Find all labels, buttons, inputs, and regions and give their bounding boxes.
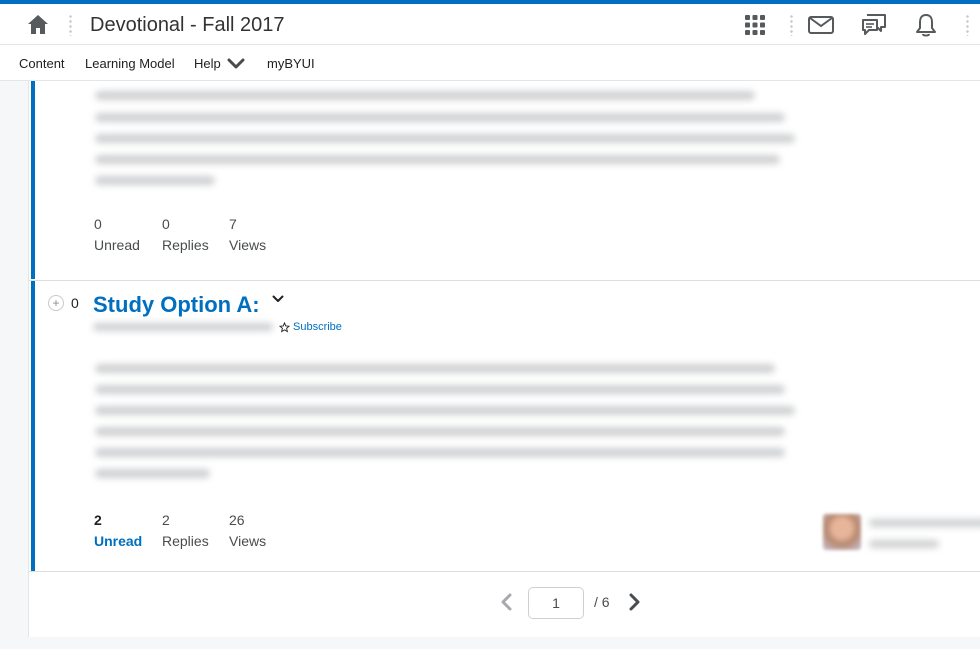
home-icon[interactable] <box>25 11 51 37</box>
nav-item-learning-model[interactable]: Learning Model <box>85 56 175 71</box>
nav-item-help[interactable]: Help <box>194 56 245 71</box>
views-label: Views <box>229 237 267 253</box>
nav-item-content[interactable]: Content <box>19 56 65 71</box>
star-icon <box>279 321 290 332</box>
chevron-down-icon <box>227 58 245 70</box>
replies-label: Replies <box>162 533 209 549</box>
header-separator <box>69 14 72 36</box>
rate-plus-button[interactable]: + <box>48 295 64 311</box>
replies-count: 2 <box>162 512 170 528</box>
topic-accent-bar <box>31 281 35 571</box>
replies-count: 0 <box>162 216 170 232</box>
mail-icon[interactable] <box>807 11 835 39</box>
author-line-blurred <box>93 323 273 331</box>
subscribe-link[interactable]: Subscribe <box>279 321 342 333</box>
navbar: Content Learning Model Help myBYUI <box>0 45 980 81</box>
topic-accent-bar <box>31 81 35 279</box>
avatar <box>823 514 861 550</box>
page-total: / 6 <box>594 594 610 610</box>
bell-icon[interactable] <box>912 11 940 39</box>
last-post-blurred <box>869 519 980 527</box>
next-page-button[interactable] <box>623 590 647 614</box>
apps-grid-icon[interactable] <box>741 11 769 39</box>
nav-item-mybyui[interactable]: myBYUI <box>267 56 315 71</box>
topic-title[interactable]: Study Option A: <box>93 292 260 318</box>
views-label: Views <box>229 533 267 549</box>
header: Devotional - Fall 2017 <box>0 4 980 45</box>
replies-label: Replies <box>162 237 209 253</box>
rating-count: 0 <box>71 295 79 311</box>
last-post-author-blurred <box>869 540 939 548</box>
discussion-topic-list: 0 Unread 0 Replies 7 Views + 0 Study Opt… <box>28 81 980 637</box>
chevron-left-icon <box>501 593 512 611</box>
unread-label: Unread <box>94 237 140 253</box>
views-count: 26 <box>229 512 245 528</box>
previous-page-button[interactable] <box>494 590 518 614</box>
chat-icon[interactable] <box>860 11 888 39</box>
unread-count: 2 <box>94 512 102 528</box>
views-count: 7 <box>229 216 237 232</box>
page-number-input[interactable] <box>528 587 584 619</box>
chevron-right-icon <box>629 593 640 611</box>
topic-actions-chevron-icon[interactable] <box>272 295 284 303</box>
course-title[interactable]: Devotional - Fall 2017 <box>90 14 285 37</box>
unread-link[interactable]: Unread <box>94 533 142 549</box>
header-separator <box>790 14 793 36</box>
topic-divider <box>29 571 980 572</box>
header-separator <box>966 14 969 36</box>
topic-divider <box>29 280 980 281</box>
unread-count: 0 <box>94 216 102 232</box>
